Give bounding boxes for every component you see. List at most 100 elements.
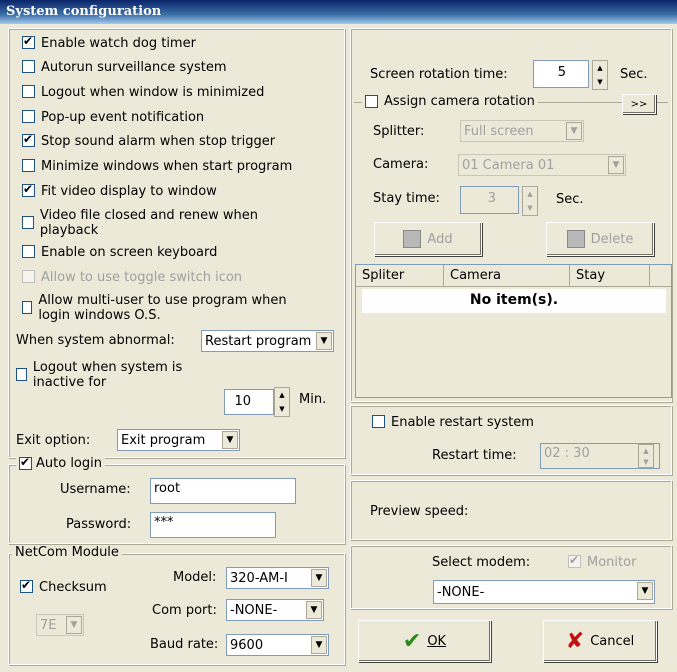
exit-option-select[interactable]: Exit program ▼ bbox=[117, 429, 240, 451]
checkbox[interactable] bbox=[22, 85, 35, 98]
abnormal-select[interactable]: Restart program ▼ bbox=[201, 330, 334, 352]
ok-button-label: OK bbox=[427, 633, 447, 649]
checkbox[interactable]: ✔ bbox=[22, 34, 35, 49]
stay-time-spinner: ▲ ▼ bbox=[522, 186, 538, 216]
option-logout-inactive[interactable]: Logout when system is inactive for bbox=[16, 360, 216, 390]
chevron-down-icon[interactable]: ▼ bbox=[222, 431, 238, 449]
comport-select[interactable]: -NONE- ▼ bbox=[226, 599, 324, 621]
assign-rotation-label: Assign camera rotation bbox=[384, 94, 535, 109]
checkbox[interactable] bbox=[372, 415, 385, 428]
checkbox[interactable] bbox=[22, 245, 35, 258]
checkbox[interactable] bbox=[22, 110, 35, 123]
chevron-down-icon[interactable]: ▼ bbox=[306, 601, 322, 619]
column-header-stay[interactable]: Stay bbox=[570, 265, 650, 286]
chevron-down-icon[interactable]: ▼ bbox=[637, 582, 653, 600]
option-logout-minimized[interactable]: Logout when window is minimized bbox=[22, 85, 264, 100]
splitter-label: Splitter: bbox=[373, 124, 425, 139]
comport-value: -NONE- bbox=[230, 602, 278, 618]
auto-login-checkbox[interactable]: ✔ bbox=[19, 455, 32, 470]
checkbox[interactable] bbox=[22, 301, 33, 314]
checkbox: ✔ bbox=[568, 553, 581, 568]
model-value: 320-AM-I bbox=[230, 570, 288, 586]
option-label: Allow multi-user to use program when log… bbox=[38, 293, 287, 323]
checkbox[interactable] bbox=[16, 368, 27, 381]
spin-up-icon: ▲ bbox=[643, 446, 649, 455]
username-label: Username: bbox=[60, 482, 131, 497]
restart-option[interactable]: Enable restart system bbox=[372, 415, 534, 430]
option-label: Fit video display to window bbox=[41, 184, 217, 199]
spin-down-icon[interactable]: ▼ bbox=[279, 405, 284, 413]
empty-list-message: No item(s). bbox=[362, 289, 666, 313]
assign-rotation-option[interactable]: Assign camera rotation bbox=[362, 94, 538, 109]
checkbox[interactable]: ✔ bbox=[22, 132, 35, 147]
baud-select[interactable]: 9600 ▼ bbox=[226, 634, 329, 656]
checkbox bbox=[22, 270, 35, 283]
screen-rotation-label: Screen rotation time: bbox=[370, 67, 508, 82]
stay-time-label: Stay time: bbox=[373, 191, 440, 206]
delete-button-label: Delete bbox=[590, 231, 634, 247]
chevron-down-icon[interactable]: ▼ bbox=[311, 636, 327, 654]
auto-login-legend[interactable]: ✔ Auto login bbox=[16, 455, 105, 471]
option-label: Video file closed and renew when playbac… bbox=[39, 208, 258, 238]
cancel-button[interactable]: ✘ Cancel bbox=[543, 620, 657, 662]
more-button[interactable]: >> bbox=[622, 94, 656, 114]
screen-rotation-spinner[interactable]: ▲ ▼ bbox=[592, 60, 608, 90]
column-header-camera[interactable]: Camera bbox=[444, 265, 570, 286]
option-onscreen-keyboard[interactable]: Enable on screen keyboard bbox=[22, 245, 217, 260]
model-label: Model: bbox=[173, 570, 217, 585]
option-label: Enable watch dog timer bbox=[41, 36, 196, 51]
option-minimize-start[interactable]: Minimize windows when start program bbox=[22, 159, 292, 174]
checkbox[interactable] bbox=[22, 216, 34, 229]
checkbox[interactable] bbox=[22, 60, 35, 73]
add-icon bbox=[403, 230, 422, 248]
assign-rotation-checkbox[interactable] bbox=[365, 95, 378, 108]
option-stop-sound[interactable]: ✔ Stop sound alarm when stop trigger bbox=[22, 132, 275, 149]
chevron-down-icon: ▼ bbox=[608, 156, 624, 174]
list-header: Spliter Camera Stay bbox=[356, 265, 671, 287]
chevron-down-icon[interactable]: ▼ bbox=[311, 569, 327, 587]
option-video-renew[interactable]: Video file closed and renew when playbac… bbox=[22, 208, 292, 238]
check-mark-icon: ✔ bbox=[20, 455, 31, 469]
checksum-option[interactable]: ✔ Checksum bbox=[20, 578, 107, 595]
monitor-label: Monitor bbox=[587, 555, 637, 570]
option-label: Autorun surveillance system bbox=[41, 60, 227, 75]
modem-select[interactable]: -NONE- ▼ bbox=[433, 580, 655, 604]
spin-up-icon: ▲ bbox=[527, 190, 533, 198]
check-mark-icon: ✔ bbox=[23, 34, 34, 48]
password-label: Password: bbox=[66, 517, 132, 532]
splitter-select: Full screen ▼ bbox=[460, 120, 584, 142]
check-mark-icon: ✔ bbox=[23, 132, 34, 146]
logout-unit: Min. bbox=[299, 392, 327, 407]
password-input[interactable]: *** bbox=[150, 512, 276, 538]
spin-up-icon[interactable]: ▲ bbox=[597, 64, 602, 72]
option-popup-event[interactable]: Pop-up event notification bbox=[22, 110, 204, 125]
restart-label: Enable restart system bbox=[391, 415, 534, 430]
checksum-select: 7E ▼ bbox=[36, 614, 84, 636]
column-header-spliter[interactable]: Spliter bbox=[356, 265, 444, 286]
option-watchdog[interactable]: ✔ Enable watch dog timer bbox=[22, 34, 196, 51]
spin-up-icon[interactable]: ▲ bbox=[279, 391, 284, 399]
screen-rotation-input[interactable]: 5 bbox=[533, 60, 589, 88]
delete-button: Delete bbox=[546, 222, 654, 256]
option-multi-user[interactable]: Allow multi-user to use program when log… bbox=[22, 293, 322, 323]
add-button: Add bbox=[374, 222, 482, 256]
logout-minutes-input[interactable]: 10 bbox=[224, 389, 274, 415]
option-fit-video[interactable]: ✔ Fit video display to window bbox=[22, 182, 217, 199]
checkbox[interactable]: ✔ bbox=[20, 578, 33, 593]
model-select[interactable]: 320-AM-I ▼ bbox=[226, 567, 329, 589]
checkbox[interactable] bbox=[22, 159, 35, 172]
logout-minutes-spinner[interactable]: ▲ ▼ bbox=[274, 387, 290, 417]
spin-down-icon[interactable]: ▼ bbox=[597, 78, 602, 86]
chevron-down-icon[interactable]: ▼ bbox=[316, 332, 332, 350]
rotation-list[interactable]: Spliter Camera Stay No item(s). bbox=[355, 264, 672, 398]
option-autorun[interactable]: Autorun surveillance system bbox=[22, 60, 227, 75]
screen-rotation-unit: Sec. bbox=[620, 67, 648, 82]
stay-time-input: 3 bbox=[460, 186, 519, 214]
checkbox[interactable]: ✔ bbox=[22, 182, 35, 197]
chevron-down-icon: ▼ bbox=[66, 616, 82, 634]
option-label: Minimize windows when start program bbox=[41, 159, 293, 174]
cancel-x-icon: ✘ bbox=[565, 628, 585, 654]
checksum-label: Checksum bbox=[39, 580, 107, 595]
username-input[interactable]: root bbox=[150, 478, 296, 504]
ok-button[interactable]: ✔ OK bbox=[358, 620, 491, 662]
